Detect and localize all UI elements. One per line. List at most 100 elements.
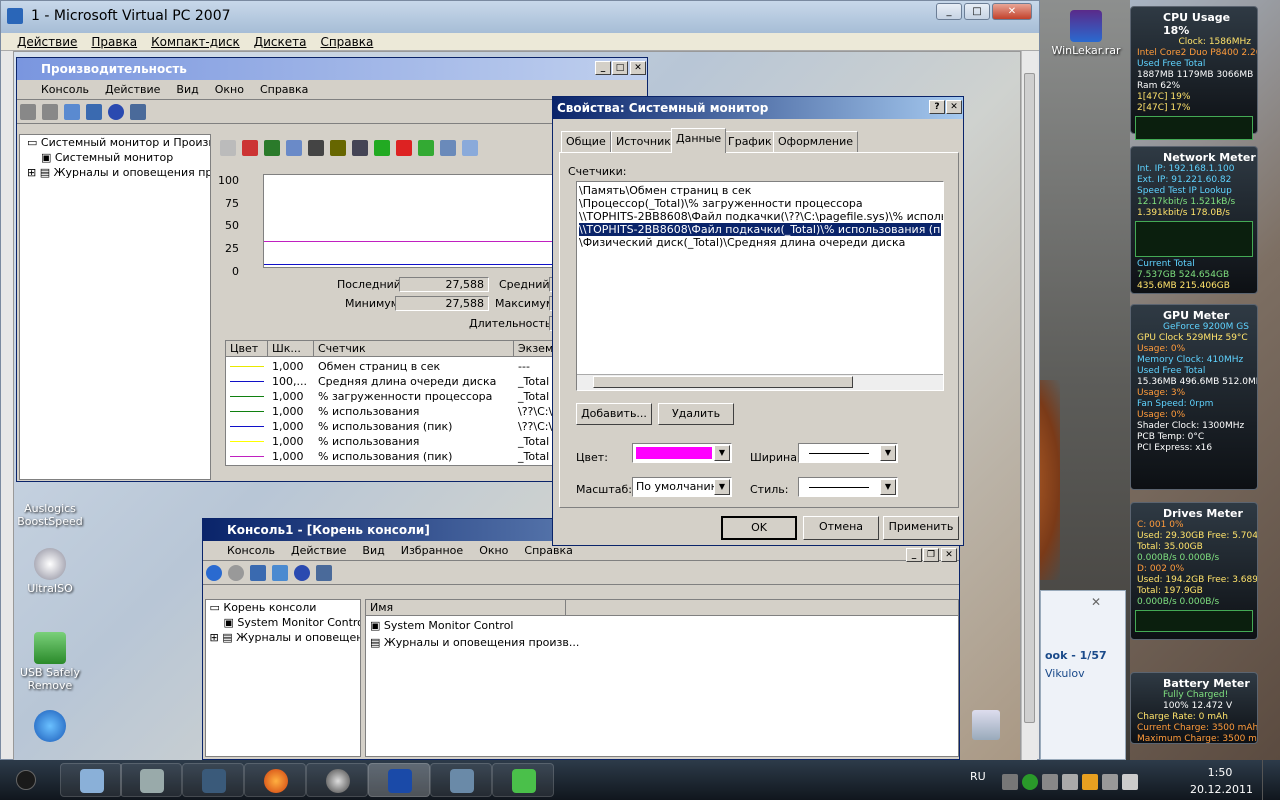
hscrollbar-thumb[interactable] <box>593 376 853 388</box>
torrent-icon[interactable] <box>1022 774 1038 790</box>
network-icon[interactable] <box>1102 774 1118 790</box>
maximize-icon[interactable]: □ <box>964 3 990 20</box>
taskbar-m-app[interactable] <box>182 763 244 797</box>
battery-gadget[interactable]: Battery Meter Fully Charged! 100% 12.472… <box>1130 672 1258 744</box>
taskbar-burner[interactable] <box>306 763 368 797</box>
delete-icon[interactable] <box>396 140 412 156</box>
menu-console[interactable]: Консоль <box>17 80 97 100</box>
vpc-titlebar[interactable]: 1 - Microsoft Virtual PC 2007 _ □ ✕ <box>1 1 1039 33</box>
network-gadget[interactable]: Network Meter Int. IP: 192.168.1.100 Ext… <box>1130 146 1258 294</box>
perf-titlebar[interactable]: Производительность <box>17 58 647 80</box>
tree-item-sysmon[interactable]: ▣ Системный монитор <box>20 150 210 165</box>
chevron-down-icon[interactable]: ▼ <box>880 479 896 495</box>
tree-item-logs[interactable]: ⊞ ▤ Журналы и оповещения прои <box>20 165 210 180</box>
counter-list-item[interactable]: \Память\Обмен страниц в сек <box>579 184 941 197</box>
speed-test-link[interactable]: Speed Test <box>1137 186 1186 196</box>
tab-source[interactable]: Источник <box>611 131 676 153</box>
histogram-icon[interactable] <box>330 140 346 156</box>
help-icon[interactable] <box>108 104 124 120</box>
hscrollbar[interactable] <box>577 374 943 390</box>
copy-icon[interactable] <box>440 140 456 156</box>
vpc-scrollbar[interactable] <box>1021 51 1037 761</box>
menu-window[interactable]: Окно <box>471 541 516 561</box>
chevron-down-icon[interactable]: ▼ <box>714 479 730 495</box>
new-counter-set-icon[interactable] <box>220 140 236 156</box>
close-icon[interactable]: ✕ <box>1091 595 1101 609</box>
tab-data[interactable]: Данные <box>671 128 727 153</box>
gpu-gadget[interactable]: GPU Meter GeForce 9200M GS GPU Clock 529… <box>1130 304 1258 490</box>
clock[interactable]: 1:50 20.12.2011 <box>1190 766 1253 796</box>
up-icon[interactable] <box>272 565 288 581</box>
chevron-down-icon[interactable]: ▼ <box>714 445 730 461</box>
clear-display-icon[interactable] <box>242 140 258 156</box>
menu-view[interactable]: Вид <box>168 80 206 100</box>
tray-icon[interactable] <box>1062 774 1078 790</box>
taskbar-gadget-app[interactable] <box>492 763 554 797</box>
guest-icon-ie[interactable] <box>14 710 86 744</box>
language-indicator[interactable]: RU <box>970 770 986 783</box>
menu-favorites[interactable]: Избранное <box>393 541 471 561</box>
back-icon[interactable] <box>20 104 36 120</box>
help-icon[interactable] <box>294 565 310 581</box>
highlight-icon[interactable] <box>418 140 434 156</box>
scrollbar-thumb[interactable] <box>1024 73 1035 723</box>
paste-icon[interactable] <box>462 140 478 156</box>
menu-action[interactable]: Действие <box>283 541 354 561</box>
tree-toggle-icon[interactable] <box>86 104 102 120</box>
ip-lookup-link[interactable]: IP Lookup <box>1189 186 1232 196</box>
add-button[interactable]: Добавить... <box>576 403 652 425</box>
taskbar-firefox[interactable] <box>244 763 306 797</box>
guest-icon-boostspeed[interactable]: Auslogics BoostSpeed <box>14 502 86 528</box>
col-color[interactable]: Цвет <box>226 341 268 357</box>
ok-button[interactable]: OK <box>721 516 797 540</box>
view-icon[interactable] <box>316 565 332 581</box>
chevron-down-icon[interactable]: ▼ <box>880 445 896 461</box>
up-icon[interactable] <box>64 104 80 120</box>
menu-action[interactable]: Действие <box>97 80 168 100</box>
cpu-gadget[interactable]: CPU Usage 18% Clock: 1586MHz Intel Core2… <box>1130 6 1258 140</box>
close-icon[interactable]: ✕ <box>941 548 957 562</box>
back-icon[interactable] <box>206 565 222 581</box>
tree-item-sysmon[interactable]: ▣ System Monitor Contro <box>206 615 360 630</box>
view-icon[interactable] <box>130 104 146 120</box>
recycle-bin-icon[interactable] <box>972 710 1000 740</box>
add-icon[interactable] <box>374 140 390 156</box>
menu-help[interactable]: Справка <box>313 33 380 51</box>
taskbar-word[interactable] <box>368 763 430 797</box>
close-icon[interactable]: ✕ <box>992 3 1032 20</box>
forward-icon[interactable] <box>228 565 244 581</box>
menu-action[interactable]: Действие <box>1 33 84 51</box>
menu-window[interactable]: Окно <box>207 80 252 100</box>
tab-general[interactable]: Общие <box>561 131 611 153</box>
view-log-icon[interactable] <box>286 140 302 156</box>
start-icon[interactable] <box>16 770 36 790</box>
counter-list-item[interactable]: \Физический диск(_Total)\Средняя длина о… <box>579 236 941 249</box>
list-item[interactable]: ▣ System Monitor Control <box>370 618 513 633</box>
taskbar-explorer[interactable] <box>60 763 122 797</box>
tree-toggle-icon[interactable] <box>250 565 266 581</box>
guest-icon-usb[interactable]: USB Safely Remove <box>14 632 86 692</box>
view-current-icon[interactable] <box>264 140 280 156</box>
menu-help[interactable]: Справка <box>252 80 316 100</box>
menu-cd[interactable]: Компакт-диск <box>144 33 247 51</box>
minimize-icon[interactable]: _ <box>906 548 922 562</box>
counter-list-item[interactable]: \\TOPHITS-2BB8608\Файл подкачки(\??\C:\p… <box>579 210 943 223</box>
style-select[interactable]: ▼ <box>798 477 898 497</box>
counter-list-item[interactable]: \\TOPHITS-2BB8608\Файл подкачки(_Total)\… <box>579 223 943 236</box>
forward-icon[interactable] <box>42 104 58 120</box>
media-icon[interactable] <box>1082 774 1098 790</box>
tree-item-logs[interactable]: ⊞ ▤ Журналы и оповещен <box>206 630 360 645</box>
menu-view[interactable]: Вид <box>354 541 392 561</box>
help-icon[interactable]: ? <box>929 100 945 114</box>
properties-titlebar[interactable]: Свойства: Системный монитор <box>553 97 963 119</box>
taskbar-calculator[interactable] <box>120 763 182 797</box>
menu-console[interactable]: Консоль <box>203 541 283 561</box>
graph-icon[interactable] <box>308 140 324 156</box>
tray-icon[interactable] <box>1042 774 1058 790</box>
counter-list-item[interactable]: \Процессор(_Total)\% загруженности проце… <box>579 197 941 210</box>
list-item[interactable]: ▤ Журналы и оповещения произв... <box>370 635 579 650</box>
tab-appearance[interactable]: Оформление <box>773 131 858 153</box>
taskbar-virtualpc[interactable] <box>430 763 492 797</box>
contact-name[interactable]: Vikulov <box>1045 667 1085 680</box>
col-name[interactable]: Имя <box>366 600 566 616</box>
